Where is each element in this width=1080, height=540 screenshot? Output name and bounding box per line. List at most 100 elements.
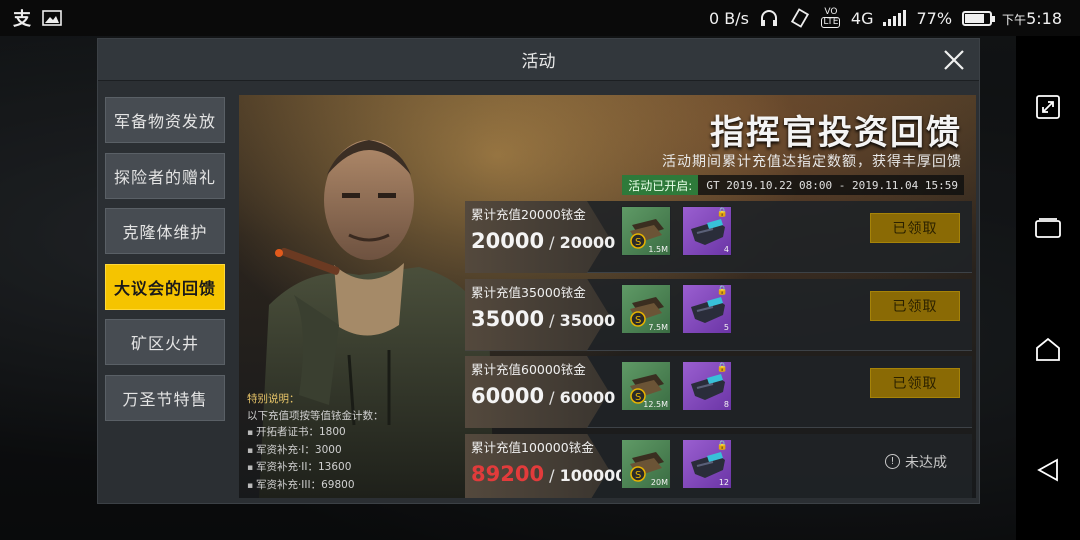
requirement-label: 累计充值35000铱金 bbox=[471, 284, 586, 300]
navigation-bar bbox=[1016, 36, 1080, 540]
activity-dialog: 活动 军备物资发放 探险者的赠礼 克隆体维护 大议会的回馈 矿区火井 万圣节特售 bbox=[97, 38, 980, 504]
tab-label: 探险者的赠礼 bbox=[113, 167, 216, 187]
close-icon[interactable] bbox=[937, 43, 971, 77]
recent-apps-icon[interactable] bbox=[1030, 210, 1066, 246]
event-open-badge: 活动已开启: bbox=[622, 175, 699, 195]
progress-value: 60000 / 60000 bbox=[471, 384, 615, 408]
dialog-header: 活动 bbox=[98, 39, 979, 81]
notes-intro: 以下充值项按等值铱金计数： bbox=[247, 409, 384, 422]
notes-title: 特别说明： bbox=[247, 393, 300, 405]
progress-total: 20000 bbox=[559, 233, 616, 252]
requirement-label: 累计充值60000铱金 bbox=[471, 362, 586, 377]
notes-item: 开拓者证书：1800 bbox=[247, 424, 467, 442]
dialog-title: 活动 bbox=[521, 52, 556, 72]
net-speed: 0 B/s bbox=[708, 8, 749, 28]
reward-row: 累计充值60000铱金 60000 / 60000 S 12.5M 🔒 8 已领… bbox=[465, 354, 976, 432]
home-icon[interactable] bbox=[1030, 331, 1066, 367]
item-quantity: 12.5M bbox=[643, 400, 668, 409]
banner-subtitle: 活动期间累计充值达指定数额，获得丰厚回馈 bbox=[662, 154, 962, 170]
item-quantity: 12 bbox=[718, 477, 729, 487]
notes-item: 军资补充·II：13600 bbox=[247, 459, 467, 477]
requirement-label: 累计充值100000铱金 bbox=[471, 439, 594, 455]
reward-item-credits[interactable]: S 7.5M bbox=[621, 283, 671, 334]
progress-separator: / bbox=[544, 465, 560, 485]
progress-current: 89200 bbox=[471, 461, 545, 486]
claimed-button[interactable]: 已领取 bbox=[870, 290, 960, 321]
item-quantity: 7.5M bbox=[648, 322, 668, 332]
time-prefix: 下午 bbox=[1002, 12, 1027, 27]
progress-total: 35000 bbox=[559, 310, 616, 330]
reward-row: 累计充值20000铱金 20000 / 20000 S 1.5M 🔒 4 已领取 bbox=[465, 199, 976, 277]
rotate-icon[interactable] bbox=[1030, 89, 1066, 125]
lock-icon: 🔒 bbox=[716, 440, 728, 451]
tab-halloween-sale[interactable]: 万圣节特售 bbox=[105, 374, 225, 421]
progress-value: 89200 / 100000 bbox=[471, 462, 626, 486]
battery-icon bbox=[962, 10, 996, 26]
svg-text:S: S bbox=[635, 315, 641, 326]
headphones-icon bbox=[759, 7, 779, 29]
item-quantity: 4 bbox=[723, 245, 729, 254]
status-bar: 支 0 B/s VO LTE 4G 77% 下午5:18 bbox=[0, 0, 1080, 36]
reward-row: 累计充值35000铱金 35000 / 35000 S 7.5M 🔒 5 已领取 bbox=[465, 277, 976, 355]
progress-current: 60000 bbox=[471, 384, 545, 408]
reward-item-credits[interactable]: S 20M bbox=[621, 438, 671, 489]
tab-label: 军备物资发放 bbox=[113, 112, 216, 131]
progress-current: 20000 bbox=[471, 229, 545, 253]
event-tabs: 军备物资发放 探险者的赠礼 克隆体维护 大议会的回馈 矿区火井 万圣节特售 bbox=[105, 97, 225, 430]
volte-icon: VO LTE bbox=[821, 7, 841, 28]
clock: 5:18 bbox=[1026, 8, 1062, 28]
tab-label: 克隆体维护 bbox=[122, 223, 208, 242]
reward-item-module[interactable]: 🔒 4 bbox=[682, 206, 732, 256]
reward-item-module[interactable]: 🔒 12 bbox=[682, 438, 732, 489]
progress-separator: / bbox=[544, 310, 560, 330]
event-period: 活动已开启: GT 2019.10.22 08:00 - 2019.11.04 … bbox=[622, 175, 964, 195]
item-quantity: 20M bbox=[650, 477, 668, 487]
lock-icon: 🔒 bbox=[716, 208, 728, 218]
progress-value: 35000 / 35000 bbox=[471, 307, 615, 331]
reward-item-credits[interactable]: S 12.5M bbox=[621, 361, 671, 411]
tab-explorer-gift[interactable]: 探险者的赠礼 bbox=[105, 152, 225, 199]
progress-total: 60000 bbox=[559, 388, 616, 407]
tab-mine-firewell[interactable]: 矿区火井 bbox=[105, 319, 225, 365]
claimed-button[interactable]: 已领取 bbox=[870, 368, 960, 398]
progress-separator: / bbox=[544, 388, 560, 407]
progress-value: 20000 / 20000 bbox=[471, 229, 615, 253]
reward-row: 累计充值100000铱金 89200 / 100000 S 20M 🔒 12 !… bbox=[465, 432, 976, 498]
tab-label: 矿区火井 bbox=[130, 334, 199, 353]
claimed-button[interactable]: 已领取 bbox=[870, 213, 960, 243]
network-type: 4G bbox=[850, 8, 874, 28]
special-notes: 特别说明： 以下充值项按等值铱金计数： 开拓者证书：1800 军资补充·I：30… bbox=[247, 391, 467, 494]
not-reached-status: ! 未达成 bbox=[885, 452, 947, 472]
svg-text:S: S bbox=[635, 237, 641, 248]
reward-list: 累计充值20000铱金 20000 / 20000 S 1.5M 🔒 4 已领取… bbox=[465, 199, 976, 498]
reward-item-credits[interactable]: S 1.5M bbox=[621, 206, 671, 256]
requirement-label: 累计充值20000铱金 bbox=[471, 207, 586, 222]
lock-icon: 🔒 bbox=[716, 363, 728, 373]
item-quantity: 8 bbox=[723, 400, 729, 409]
vibrate-icon bbox=[789, 7, 811, 29]
event-content: 指挥官投资回馈 活动期间累计充值达指定数额，获得丰厚回馈 活动已开启: GT 2… bbox=[239, 95, 976, 498]
event-date-range: GT 2019.10.22 08:00 - 2019.11.04 15:59 bbox=[706, 178, 958, 192]
progress-total: 100000 bbox=[559, 465, 627, 485]
item-quantity: 5 bbox=[723, 322, 729, 332]
signal-icon bbox=[883, 10, 907, 26]
not-reached-label: 未达成 bbox=[905, 454, 947, 471]
item-quantity: 1.5M bbox=[648, 245, 668, 254]
notes-item: 军资补充·I：3000 bbox=[247, 442, 467, 460]
tab-military-supplies[interactable]: 军备物资发放 bbox=[105, 97, 225, 143]
lock-icon: 🔒 bbox=[716, 285, 728, 296]
tab-label: 大议会的回馈 bbox=[113, 278, 216, 298]
progress-current: 35000 bbox=[471, 306, 545, 331]
info-icon: ! bbox=[885, 454, 900, 469]
alipay-icon: 支 bbox=[13, 9, 31, 30]
tab-clone-maintenance[interactable]: 克隆体维护 bbox=[105, 208, 225, 254]
tab-council-rewards[interactable]: 大议会的回馈 bbox=[105, 263, 225, 310]
tab-label: 万圣节特售 bbox=[122, 389, 208, 409]
reward-item-module[interactable]: 🔒 8 bbox=[682, 361, 732, 411]
reward-item-module[interactable]: 🔒 5 bbox=[682, 283, 732, 334]
svg-text:S: S bbox=[635, 470, 641, 481]
banner-title: 指挥官投资回馈 bbox=[710, 113, 962, 153]
battery-percent: 77% bbox=[916, 8, 953, 28]
back-icon[interactable] bbox=[1030, 452, 1066, 488]
progress-separator: / bbox=[544, 233, 560, 252]
